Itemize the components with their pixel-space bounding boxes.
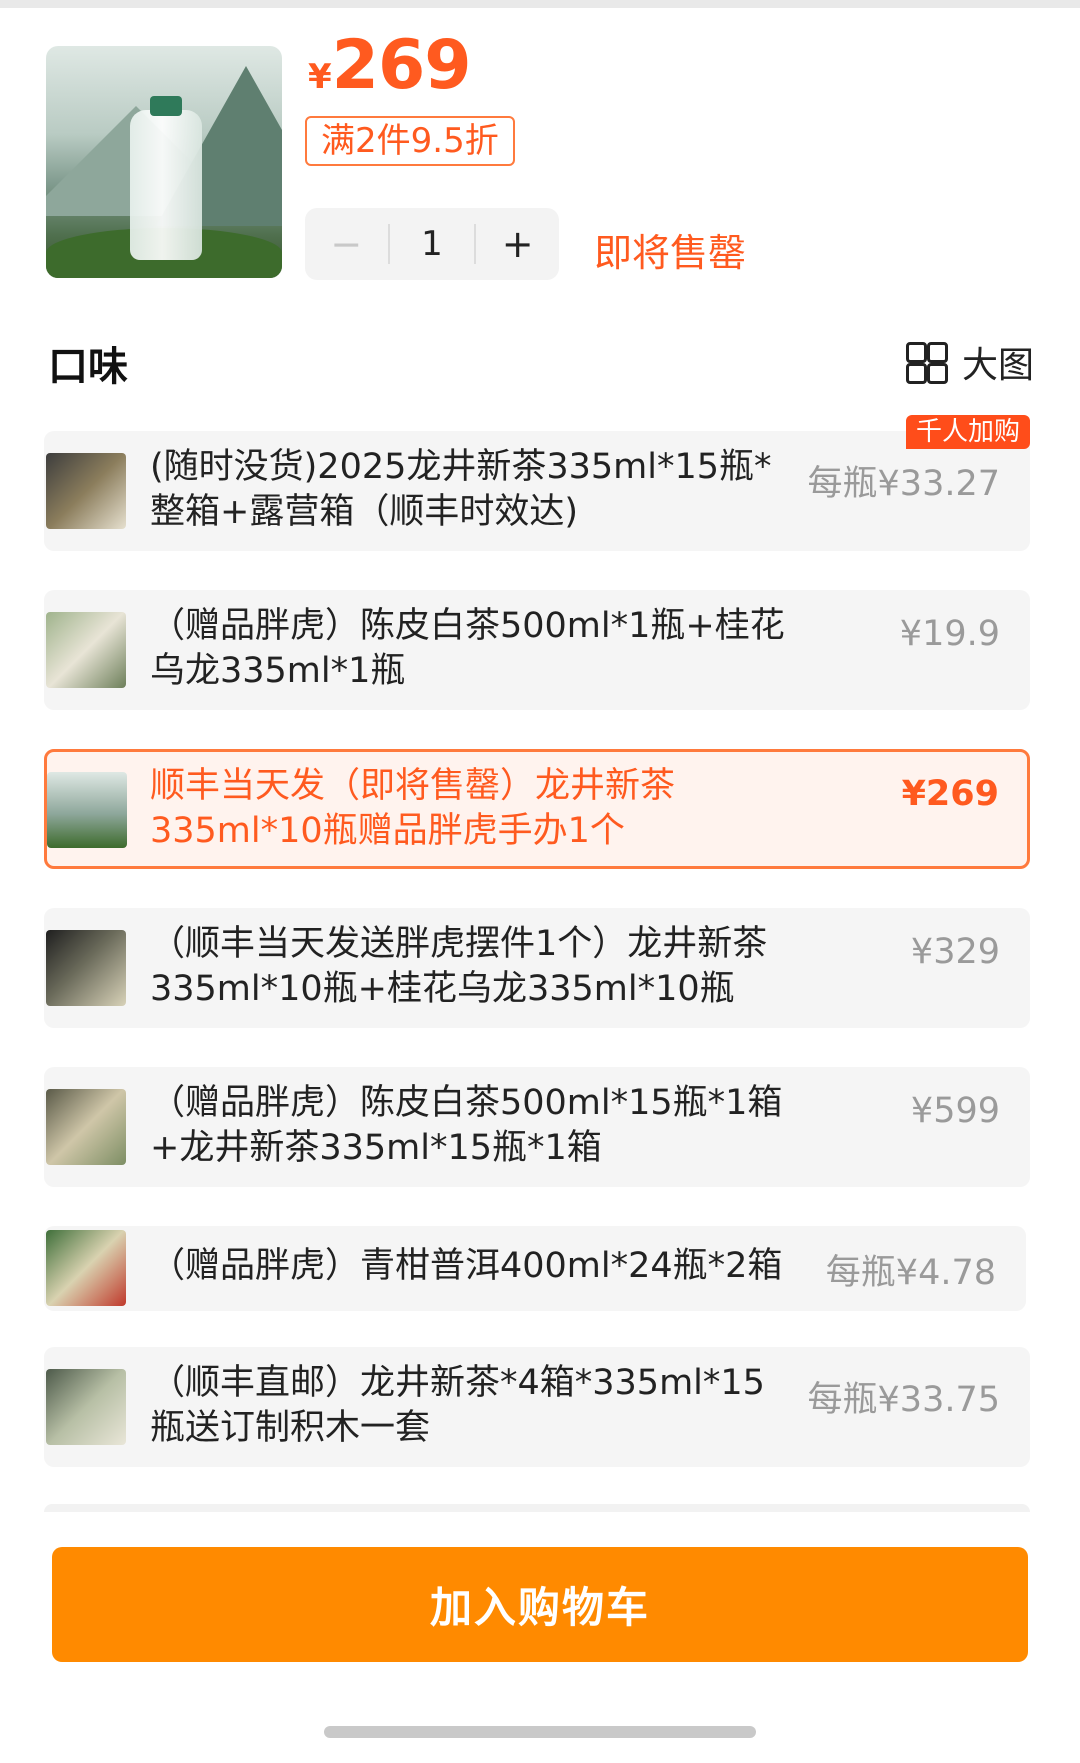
home-indicator xyxy=(324,1726,756,1738)
option-item[interactable]: （顺丰直邮）龙井新茶*4箱*335ml*15瓶送订制积木一套 每瓶¥33.75 xyxy=(44,1347,1030,1467)
option-item-partial xyxy=(44,1504,1030,1512)
price-value: 269 xyxy=(331,26,472,105)
option-price: ¥269 xyxy=(901,774,999,814)
option-label: （顺丰直邮）龙井新茶*4箱*335ml*15瓶送订制积木一套 xyxy=(150,1363,765,1448)
currency-symbol: ¥ xyxy=(308,57,332,97)
product-image[interactable] xyxy=(46,46,282,278)
grid-icon xyxy=(905,342,948,384)
big-view-label: 大图 xyxy=(961,345,1034,386)
option-thumbnail xyxy=(47,772,127,848)
section-title: 口味 xyxy=(48,344,128,390)
option-item[interactable]: （赠品胖虎）青柑普洱400ml*24瓶*2箱 每瓶¥4.78 xyxy=(44,1226,1026,1311)
decrease-button[interactable]: − xyxy=(305,222,388,266)
increase-button[interactable]: + xyxy=(476,222,559,266)
option-thumbnail xyxy=(46,930,126,1006)
option-item[interactable]: （赠品胖虎）陈皮白茶500ml*15瓶*1箱+龙井新茶335ml*15瓶*1箱 … xyxy=(44,1067,1030,1187)
option-label: （顺丰当天发送胖虎摆件1个）龙井新茶335ml*10瓶+桂花乌龙335ml*10… xyxy=(150,924,768,1009)
option-price: ¥599 xyxy=(910,1091,1000,1131)
option-label: （赠品胖虎）陈皮白茶500ml*15瓶*1箱+龙井新茶335ml*15瓶*1箱 xyxy=(150,1083,783,1168)
option-thumbnail xyxy=(46,453,126,529)
option-item[interactable]: （赠品胖虎）陈皮白茶500ml*1瓶+桂花乌龙335ml*1瓶 ¥19.9 xyxy=(44,590,1030,710)
option-price: 每瓶¥4.78 xyxy=(825,1253,996,1293)
option-label: (随时没货)2025龙井新茶335ml*15瓶*整箱+露营箱（顺丰时效达) xyxy=(150,447,772,532)
option-thumbnail xyxy=(46,612,126,688)
quantity-value[interactable]: 1 xyxy=(387,224,477,264)
product-price: ¥269 xyxy=(308,26,472,105)
quantity-stepper[interactable]: − 1 + xyxy=(305,208,559,280)
option-label: （赠品胖虎）陈皮白茶500ml*1瓶+桂花乌龙335ml*1瓶 xyxy=(150,606,785,691)
option-price: ¥19.9 xyxy=(899,614,1000,654)
option-thumbnail xyxy=(46,1369,126,1445)
option-item[interactable]: （顺丰当天发送胖虎摆件1个）龙井新茶335ml*10瓶+桂花乌龙335ml*10… xyxy=(44,908,1030,1028)
popular-tag: 千人加购 xyxy=(905,415,1030,449)
stock-status: 即将售罄 xyxy=(594,231,747,275)
top-strip xyxy=(0,0,1080,8)
option-thumbnail xyxy=(46,1089,126,1165)
option-item[interactable]: (随时没货)2025龙井新茶335ml*15瓶*整箱+露营箱（顺丰时效达) 每瓶… xyxy=(44,415,1030,551)
option-item-selected[interactable]: 顺丰当天发（即将售罄）龙井新茶335ml*10瓶赠品胖虎手办1个 ¥269 xyxy=(44,749,1030,869)
option-thumbnail xyxy=(46,1230,126,1306)
option-price: 每瓶¥33.75 xyxy=(807,1380,1000,1420)
big-view-toggle[interactable]: 大图 xyxy=(905,336,1034,388)
option-price: ¥329 xyxy=(910,932,1000,972)
add-to-cart-button[interactable]: 加入购物车 xyxy=(52,1547,1028,1662)
discount-badge: 满2件9.5折 xyxy=(305,116,515,166)
option-label: （赠品胖虎）青柑普洱400ml*24瓶*2箱 xyxy=(150,1246,783,1286)
option-label: 顺丰当天发（即将售罄）龙井新茶335ml*10瓶赠品胖虎手办1个 xyxy=(150,766,676,851)
option-price: 每瓶¥33.27 xyxy=(807,464,1000,504)
